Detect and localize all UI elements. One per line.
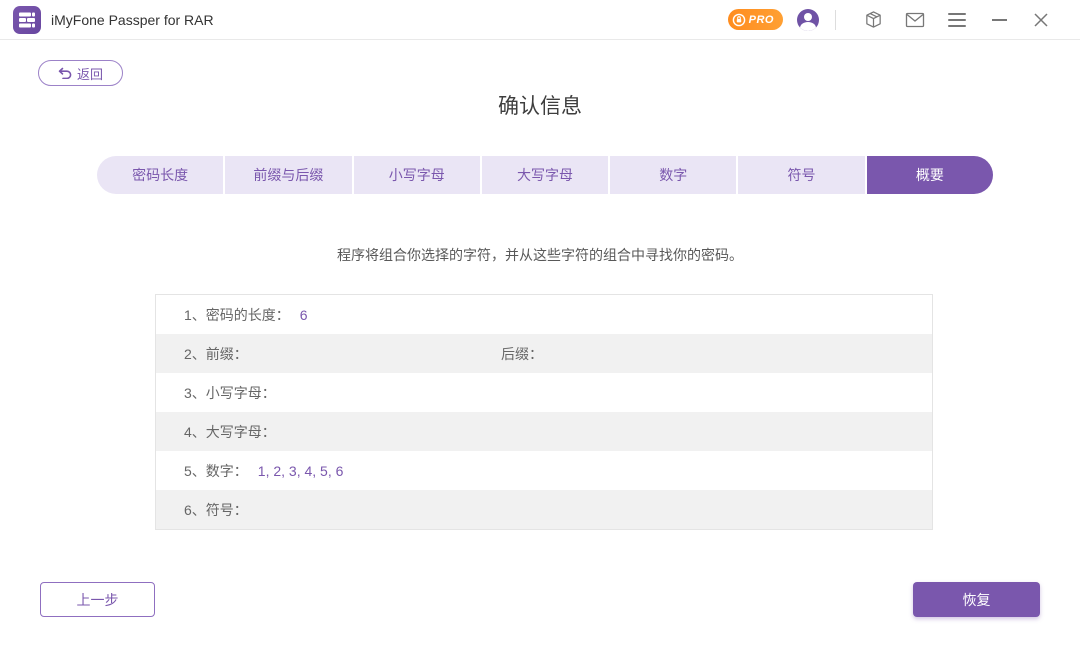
minimize-button[interactable] xyxy=(989,10,1009,30)
back-button-label: 返回 xyxy=(77,64,103,83)
package-icon[interactable] xyxy=(863,10,883,30)
recover-button[interactable]: 恢复 xyxy=(913,582,1040,617)
page-title: 确认信息 xyxy=(0,90,1080,120)
row-value: 6 xyxy=(300,307,308,323)
row-label: 6、符号： xyxy=(184,500,248,520)
undo-arrow-icon xyxy=(58,67,72,79)
row-label: 4、大写字母： xyxy=(184,422,276,442)
back-button[interactable]: 返回 xyxy=(38,60,123,86)
app-logo-icon xyxy=(13,6,41,34)
tab-numbers[interactable]: 数字 xyxy=(610,156,736,194)
summary-row-numbers: 5、数字： 1, 2, 3, 4, 5, 6 xyxy=(156,451,932,490)
summary-row-prefix-suffix: 2、前缀： 后缀： xyxy=(156,334,932,373)
pro-badge-label: PRO xyxy=(749,14,774,26)
mail-icon[interactable] xyxy=(905,10,925,30)
user-avatar-icon[interactable] xyxy=(797,9,819,31)
titlebar-separator xyxy=(835,10,836,30)
titlebar: iMyFone Passper for RAR PRO xyxy=(0,0,1080,40)
tab-summary[interactable]: 概要 xyxy=(867,156,993,194)
lock-icon xyxy=(732,13,746,27)
step-tabs: 密码长度 前缀与后缀 小写字母 大写字母 数字 符号 概要 xyxy=(97,156,993,194)
row-label: 5、数字： xyxy=(184,461,248,481)
tab-uppercase[interactable]: 大写字母 xyxy=(482,156,608,194)
menu-icon[interactable] xyxy=(947,10,967,30)
summary-row-uppercase: 4、大写字母： xyxy=(156,412,932,451)
row-label: 1、密码的长度： xyxy=(184,305,290,325)
tab-password-length[interactable]: 密码长度 xyxy=(97,156,223,194)
row-value: 1, 2, 3, 4, 5, 6 xyxy=(258,463,344,479)
app-title: iMyFone Passper for RAR xyxy=(51,12,214,28)
row-label: 3、小写字母： xyxy=(184,383,276,403)
tab-prefix-suffix[interactable]: 前缀与后缀 xyxy=(225,156,351,194)
summary-row-lowercase: 3、小写字母： xyxy=(156,373,932,412)
summary-row-symbols: 6、符号： xyxy=(156,490,932,529)
summary-table: 1、密码的长度： 6 2、前缀： 后缀： 3、小写字母： 4、大写字母： 5、数… xyxy=(155,294,933,530)
summary-row-password-length: 1、密码的长度： 6 xyxy=(156,295,932,334)
close-button[interactable] xyxy=(1031,10,1051,30)
pro-badge[interactable]: PRO xyxy=(728,9,783,30)
tab-lowercase[interactable]: 小写字母 xyxy=(354,156,480,194)
tab-symbols[interactable]: 符号 xyxy=(738,156,864,194)
previous-step-button[interactable]: 上一步 xyxy=(40,582,155,617)
summary-description: 程序将组合你选择的字符，并从这些字符的组合中寻找你的密码。 xyxy=(0,245,1080,265)
row-label-suffix: 后缀： xyxy=(501,344,543,364)
row-label: 2、前缀： xyxy=(184,344,248,364)
